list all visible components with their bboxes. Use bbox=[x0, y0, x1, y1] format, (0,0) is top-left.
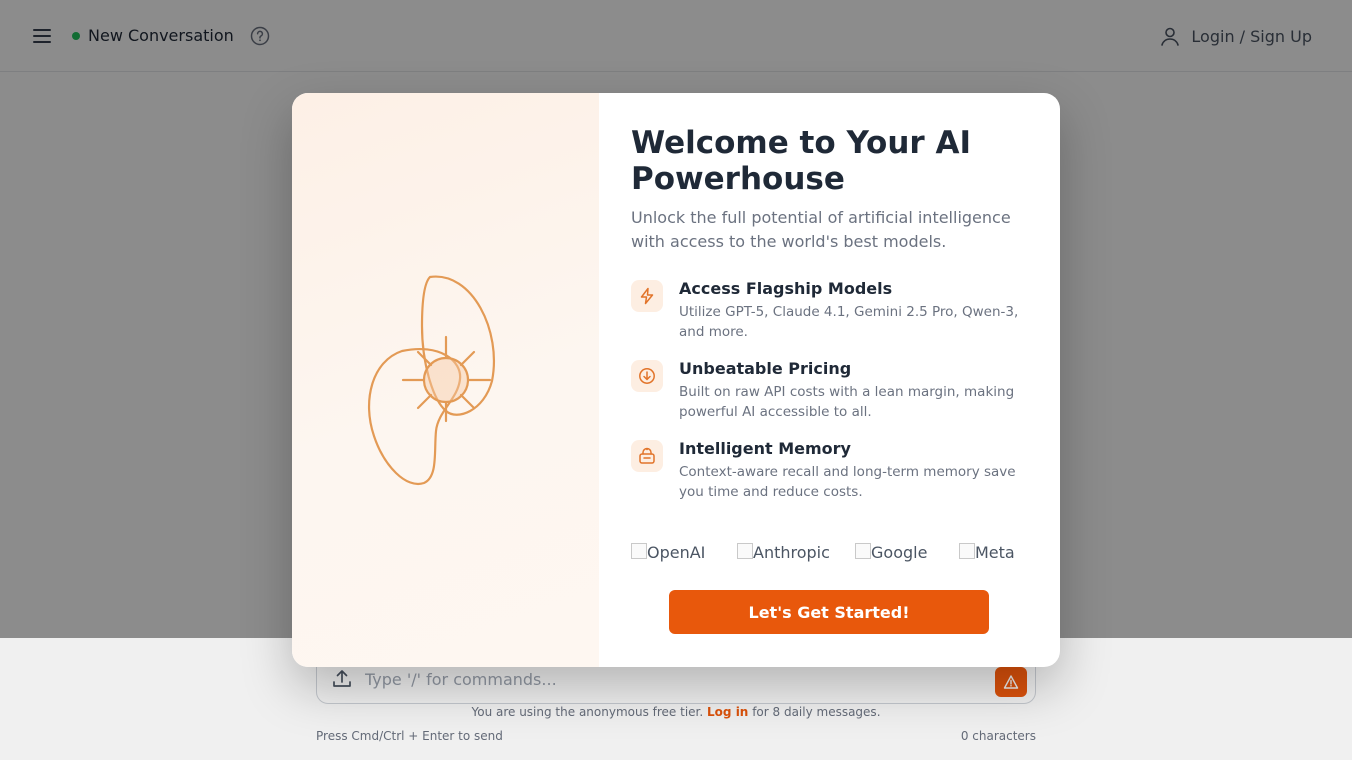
feature-pricing: Unbeatable Pricing Built on raw API cost… bbox=[631, 358, 1031, 424]
feature-title: Access Flagship Models bbox=[679, 279, 893, 298]
google-logo: Google bbox=[855, 542, 927, 574]
feature-description: Utilize GPT-5, Claude 4.1, Gemini 2.5 Pr… bbox=[679, 304, 1019, 340]
modal-title: Welcome to Your AI Powerhouse bbox=[631, 125, 972, 197]
feature-flagship-models: Access Flagship Models Utilize GPT-5, Cl… bbox=[631, 278, 1031, 344]
anthropic-logo: Anthropic bbox=[737, 542, 830, 574]
feature-title: Unbeatable Pricing bbox=[679, 359, 852, 378]
modal-content: Welcome to Your AI Powerhouse Unlock the… bbox=[631, 93, 1031, 667]
feature-description: Context-aware recall and long-term memor… bbox=[679, 464, 1016, 500]
feature-memory: Intelligent Memory Context-aware recall … bbox=[631, 438, 1031, 504]
provider-logos: OpenAI Anthropic Google Meta bbox=[631, 542, 1031, 574]
sun-illustration bbox=[367, 275, 495, 486]
feature-description: Built on raw API costs with a lean margi… bbox=[679, 384, 1015, 420]
modal-subtitle: Unlock the full potential of artificial … bbox=[631, 208, 1011, 251]
lightning-icon bbox=[631, 280, 663, 312]
feature-title: Intelligent Memory bbox=[679, 439, 851, 458]
openai-logo: OpenAI bbox=[631, 542, 705, 574]
get-started-button[interactable]: Let's Get Started! bbox=[669, 590, 989, 634]
meta-logo: Meta bbox=[959, 542, 1015, 574]
welcome-modal: Welcome to Your AI Powerhouse Unlock the… bbox=[292, 93, 1060, 667]
memory-box-icon bbox=[631, 440, 663, 472]
modal-illustration-panel bbox=[292, 93, 599, 667]
down-arrow-circle-icon bbox=[631, 360, 663, 392]
